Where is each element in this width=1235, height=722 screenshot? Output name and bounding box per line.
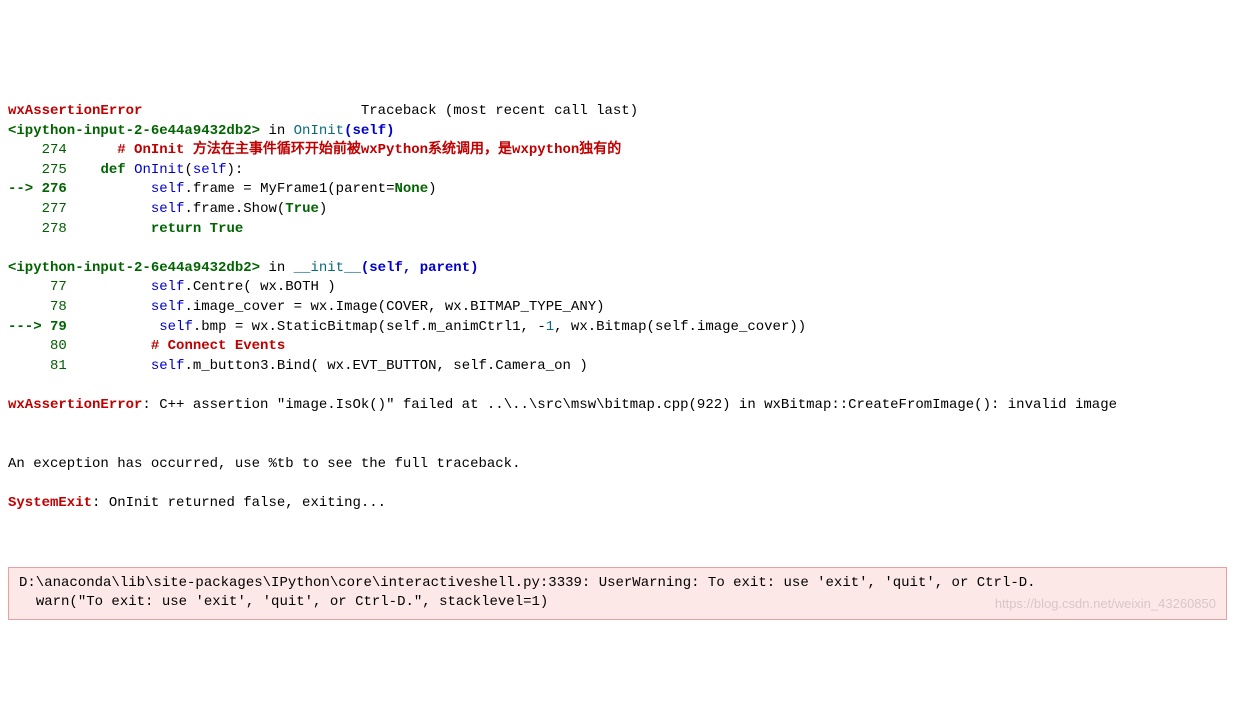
arrow-79: --->	[8, 319, 50, 335]
exception-hint: An exception has occurred, use %tb to se…	[8, 456, 520, 472]
error-name: wxAssertionError	[8, 103, 142, 119]
lineno-77: 77	[8, 279, 75, 295]
lineno-275: 275	[8, 162, 75, 178]
lineno-81: 81	[8, 358, 75, 374]
lineno-276: 276	[42, 181, 76, 197]
lineno-278: 278	[8, 221, 75, 237]
frame-source-1: <ipython-input-2-6e44a9432db2>	[8, 123, 260, 139]
frame-func-2: __init__	[294, 260, 361, 276]
lineno-80: 80	[8, 338, 75, 354]
user-warning-text: D:\anaconda\lib\site-packages\IPython\co…	[19, 575, 1036, 611]
error-type: wxAssertionError	[8, 397, 142, 413]
comment-80: # Connect Events	[151, 338, 285, 354]
traceback-output: wxAssertionError Traceback (most recent …	[8, 82, 1227, 533]
lineno-78: 78	[8, 299, 75, 315]
traceback-header: Traceback (most recent call last)	[361, 103, 638, 119]
user-warning-box: D:\anaconda\lib\site-packages\IPython\co…	[8, 567, 1227, 620]
comment-274: # OnInit 方法在主事件循环开始前被wxPython系统调用，是wxpyt…	[117, 142, 621, 158]
error-message: C++ assertion "image.IsOk()" failed at .…	[159, 397, 1117, 413]
lineno-274: 274	[8, 142, 75, 158]
arrow-276: -->	[8, 181, 42, 197]
systemexit-msg: OnInit returned false, exiting...	[109, 495, 386, 511]
watermark: https://blog.csdn.net/weixin_43260850	[995, 595, 1216, 613]
frame-func-1: OnInit	[294, 123, 344, 139]
lineno-277: 277	[8, 201, 75, 217]
lineno-79: 79	[50, 319, 75, 335]
systemexit-name: SystemExit	[8, 495, 92, 511]
frame-source-2: <ipython-input-2-6e44a9432db2>	[8, 260, 260, 276]
